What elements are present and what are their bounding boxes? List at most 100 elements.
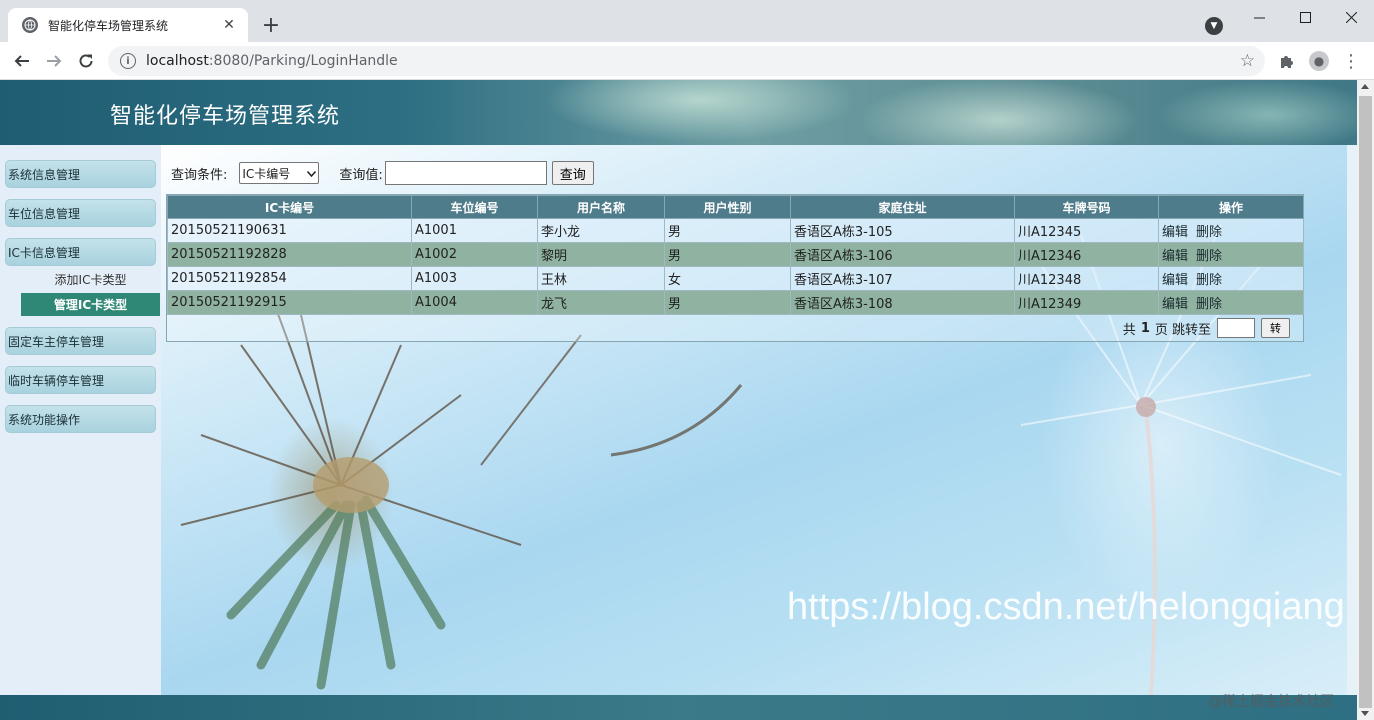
pager-suffix: 页 跳转至	[1154, 322, 1211, 338]
search-button[interactable]: 查询	[551, 161, 594, 185]
arrow-left-icon[interactable]	[9, 48, 35, 74]
plus-icon[interactable]: +	[258, 12, 284, 38]
cell-card-no: 20150521192915	[167, 290, 412, 315]
cell-actions: 编辑 删除	[1158, 290, 1304, 315]
cell-actions: 编辑 删除	[1158, 266, 1304, 291]
cell-slot-no: A1003	[411, 266, 538, 291]
kebab-menu-icon[interactable]: ⋮	[1340, 50, 1362, 72]
page-jump-button[interactable]: 转	[1261, 318, 1290, 338]
watermark-url: https://blog.csdn.net/helongqiang	[787, 586, 1345, 628]
cell-card-no: 20150521190631	[167, 218, 412, 243]
cell-gender: 男	[664, 242, 791, 267]
cell-card-no: 20150521192854	[167, 266, 412, 291]
pagination: 共 1 页 跳转至 转	[167, 315, 1303, 341]
table-header-row: IC卡编号 车位编号 用户名称 用户性别 家庭住址 车牌号码 操作	[167, 195, 1304, 219]
column-header-plate[interactable]: 车牌号码	[1014, 195, 1159, 219]
cell-slot-no: A1004	[411, 290, 538, 315]
pager-prefix: 共	[1122, 322, 1136, 338]
search-condition-select[interactable]: IC卡编号	[239, 162, 320, 184]
page-scrollbar[interactable]	[1357, 80, 1374, 720]
info-icon[interactable]: i	[120, 53, 136, 69]
table-row: 20150521192828 A1002 黎明 男 香语区A栋3-106 川A1…	[167, 242, 1304, 267]
search-condition-label: 查询条件:	[171, 167, 228, 183]
cell-address: 香语区A栋3-108	[790, 290, 1015, 315]
delete-link[interactable]: 删除	[1196, 297, 1222, 312]
cell-user-name: 黎明	[537, 242, 665, 267]
tab-search-icon[interactable]: ▼	[1205, 17, 1223, 35]
edit-link[interactable]: 编辑	[1162, 249, 1188, 264]
sidebar-item-system-function[interactable]: 系统功能操作	[5, 405, 156, 433]
table-row: 20150521192854 A1003 王林 女 香语区A栋3-107 川A1…	[167, 266, 1304, 291]
sidebar-item-ic-card[interactable]: IC卡信息管理	[5, 238, 156, 266]
cell-actions: 编辑 删除	[1158, 242, 1304, 267]
minimize-icon[interactable]	[1236, 4, 1282, 30]
cell-address: 香语区A栋3-107	[790, 266, 1015, 291]
puzzle-icon[interactable]	[1276, 50, 1298, 72]
column-header-gender[interactable]: 用户性别	[664, 195, 791, 219]
column-header-address[interactable]: 家庭住址	[790, 195, 1015, 219]
profile-icon[interactable]: ●	[1308, 50, 1330, 72]
cell-plate: 川A12348	[1014, 266, 1159, 291]
window-close-icon[interactable]	[1328, 4, 1374, 30]
address-bar[interactable]: i localhost:8080/Parking/LoginHandle ☆	[108, 46, 1265, 76]
star-icon[interactable]: ☆	[1240, 51, 1255, 71]
sidebar-item-parking-slot[interactable]: 车位信息管理	[5, 199, 156, 227]
scroll-down-arrow-icon[interactable]	[1361, 711, 1369, 716]
browser-tab-strip: 智能化停车场管理系统 ✕ + ▼	[0, 0, 1374, 42]
arrow-right-icon[interactable]	[41, 48, 67, 74]
search-value-label: 查询值:	[339, 167, 383, 183]
browser-toolbar: i localhost:8080/Parking/LoginHandle ☆ ●…	[0, 42, 1374, 80]
ic-card-table: IC卡编号 车位编号 用户名称 用户性别 家庭住址 车牌号码 操作 201505…	[166, 194, 1304, 342]
scroll-up-arrow-icon[interactable]	[1361, 84, 1369, 89]
cell-plate: 川A12345	[1014, 218, 1159, 243]
edit-link[interactable]: 编辑	[1162, 297, 1188, 312]
url-text[interactable]: localhost:8080/Parking/LoginHandle	[146, 53, 398, 69]
cell-address: 香语区A栋3-105	[790, 218, 1015, 243]
pager-total-pages: 1	[1140, 320, 1150, 336]
page-title: 智能化停车场管理系统	[110, 104, 341, 129]
sidebar-subitem-manage-ic-type[interactable]: 管理IC卡类型	[21, 293, 160, 316]
cell-card-no: 20150521192828	[167, 242, 412, 267]
delete-link[interactable]: 删除	[1196, 249, 1222, 264]
delete-link[interactable]: 删除	[1196, 225, 1222, 240]
tab-title: 智能化停车场管理系统	[48, 18, 169, 33]
close-icon[interactable]: ✕	[220, 16, 238, 34]
column-header-card-no[interactable]: IC卡编号	[167, 195, 412, 219]
globe-icon	[22, 17, 38, 33]
cell-user-name: 龙飞	[537, 290, 665, 315]
table-row: 20150521192915 A1004 龙飞 男 香语区A栋3-108 川A1…	[167, 290, 1304, 315]
edit-link[interactable]: 编辑	[1162, 273, 1188, 288]
cell-gender: 男	[664, 290, 791, 315]
table-row: 20150521190631 A1001 李小龙 男 香语区A栋3-105 川A…	[167, 218, 1304, 243]
column-header-slot-no[interactable]: 车位编号	[411, 195, 538, 219]
scrollbar-thumb[interactable]	[1359, 96, 1372, 708]
column-header-user-name[interactable]: 用户名称	[537, 195, 665, 219]
delete-link[interactable]: 删除	[1196, 273, 1222, 288]
app-footer	[0, 695, 1357, 720]
cell-gender: 男	[664, 218, 791, 243]
sidebar: 系统信息管理 车位信息管理 IC卡信息管理 添加IC卡类型 管理IC卡类型 固定…	[0, 145, 161, 695]
cell-user-name: 王林	[537, 266, 665, 291]
sidebar-item-system-info[interactable]: 系统信息管理	[5, 160, 156, 188]
cell-gender: 女	[664, 266, 791, 291]
cell-address: 香语区A栋3-106	[790, 242, 1015, 267]
watermark-credit: @稀土掘金技术社区	[1208, 694, 1334, 710]
sidebar-item-fixed-owner[interactable]: 固定车主停车管理	[5, 327, 156, 355]
search-input[interactable]	[384, 161, 547, 185]
search-condition-value: IC卡编号	[242, 166, 291, 181]
sidebar-subitem-add-ic-type[interactable]: 添加IC卡类型	[21, 268, 160, 291]
maximize-icon[interactable]	[1282, 4, 1328, 30]
sidebar-item-temp-vehicle[interactable]: 临时车辆停车管理	[5, 366, 156, 394]
app-header: 智能化停车场管理系统	[0, 80, 1357, 145]
reload-icon[interactable]	[73, 48, 99, 74]
browser-tab[interactable]: 智能化停车场管理系统 ✕	[8, 8, 248, 42]
column-header-actions: 操作	[1158, 195, 1304, 219]
cell-slot-no: A1001	[411, 218, 538, 243]
chevron-down-icon	[307, 166, 317, 180]
search-bar: 查询条件: IC卡编号 查询值: 查询	[171, 160, 594, 186]
cell-plate: 川A12346	[1014, 242, 1159, 267]
cell-actions: 编辑 删除	[1158, 218, 1304, 243]
cell-slot-no: A1002	[411, 242, 538, 267]
page-jump-input[interactable]	[1217, 318, 1255, 338]
edit-link[interactable]: 编辑	[1162, 225, 1188, 240]
